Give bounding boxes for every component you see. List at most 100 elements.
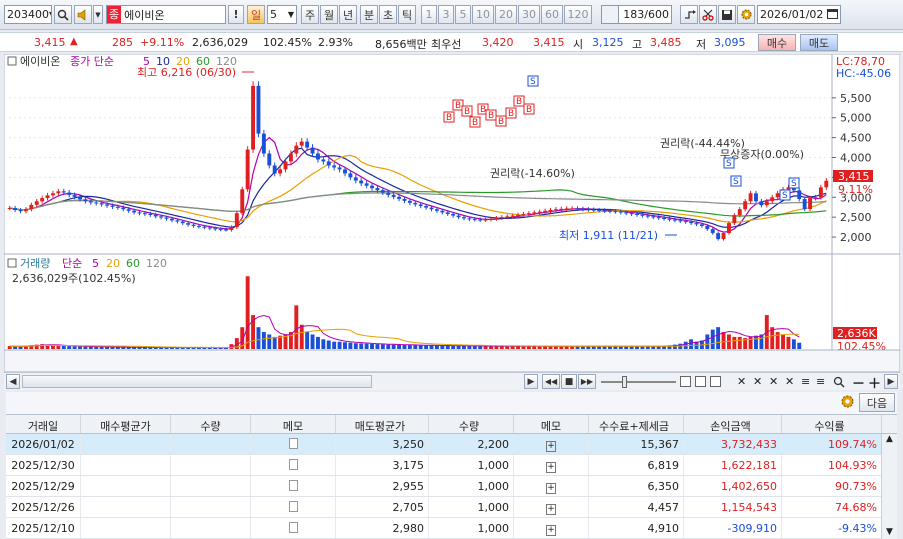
minute-120-button[interactable]: 120 xyxy=(564,5,592,24)
table-row[interactable]: 2025/12/26 2,705 1,000 +4,457 1,154,543 74.68… xyxy=(6,497,897,518)
sell-button[interactable]: 매도 xyxy=(800,34,838,51)
add-memo-icon[interactable]: + xyxy=(546,504,556,515)
cell-sell-memo[interactable]: + xyxy=(514,476,589,496)
scroll-down-icon[interactable]: ▼ xyxy=(882,527,897,537)
buy-marker[interactable]: B xyxy=(469,116,481,128)
header-buy-qty[interactable]: 수량 xyxy=(171,415,251,433)
zoom-slider-thumb[interactable] xyxy=(622,376,627,388)
calendar-icon[interactable] xyxy=(827,8,838,22)
grid-settings-icon[interactable] xyxy=(840,394,855,412)
crosshair-icon[interactable]: ✕ xyxy=(769,375,778,388)
zoom-in-button[interactable]: ＋ xyxy=(868,373,881,392)
sell-marker[interactable]: S xyxy=(779,189,791,201)
bar-count-field[interactable]: 183/600 xyxy=(618,5,672,24)
cell-buy-memo[interactable] xyxy=(251,518,336,538)
memo-icon[interactable] xyxy=(288,459,298,470)
header-fee-tax[interactable]: 수수료+제세금 xyxy=(589,415,684,433)
table-row[interactable]: 2025/12/10 2,980 1,000 +4,910 -309,910 -9.43% xyxy=(6,518,897,539)
cell-buy-memo[interactable] xyxy=(251,476,336,496)
buy-button[interactable]: 매수 xyxy=(758,34,796,51)
crosshair-icon[interactable]: ✕ xyxy=(753,375,762,388)
period-year-button[interactable]: 년 xyxy=(339,5,357,24)
layout-icon[interactable] xyxy=(695,376,706,387)
header-sell-memo[interactable]: 메모 xyxy=(514,415,589,433)
buy-marker[interactable]: B xyxy=(495,115,507,127)
add-memo-icon[interactable]: + xyxy=(546,462,556,473)
period-tick-button[interactable]: 틱 xyxy=(398,5,416,24)
search-icon[interactable] xyxy=(54,5,72,24)
buy-marker[interactable]: B xyxy=(461,105,473,117)
stock-code-input[interactable]: 203400▼ xyxy=(4,5,52,24)
memo-icon[interactable] xyxy=(288,438,298,449)
volume-collapse-icon[interactable] xyxy=(7,258,17,268)
add-memo-icon[interactable]: + xyxy=(546,483,556,494)
period-value-select[interactable]: 5 ▼ xyxy=(267,5,297,24)
scroll-end-button[interactable]: ▶ xyxy=(884,374,898,389)
table-row[interactable]: 2025/12/29 2,955 1,000 +6,350 1,402,650 90.73… xyxy=(6,476,897,497)
fast-forward-button[interactable]: ▶▶ xyxy=(578,374,596,389)
table-row[interactable]: 2026/01/02 3,250 2,200 +15,367 3,732,433 109.… xyxy=(6,434,897,455)
layout-icon[interactable] xyxy=(680,376,691,387)
sell-marker[interactable]: S xyxy=(527,75,539,87)
gear-icon[interactable] xyxy=(737,5,755,24)
minute-5-button[interactable]: 5 xyxy=(455,5,471,24)
scroll-left-button[interactable]: ◀ xyxy=(6,374,20,389)
crosshair-icon[interactable]: ✕ xyxy=(737,375,746,388)
zoom-search-icon[interactable] xyxy=(833,376,845,391)
buy-marker[interactable]: B xyxy=(485,109,497,121)
buy-marker[interactable]: B xyxy=(513,95,525,107)
minute-3-button[interactable]: 3 xyxy=(438,5,454,24)
next-button[interactable]: 다음 xyxy=(859,393,895,412)
sell-marker[interactable]: S xyxy=(730,175,742,187)
stock-chart[interactable]: 5,5005,0004,5004,0003,5003,0002,5002,000… xyxy=(4,54,900,372)
list-icon[interactable]: ≡ xyxy=(801,375,810,388)
buy-marker[interactable]: B xyxy=(505,107,517,119)
minute-60-button[interactable]: 60 xyxy=(541,5,563,24)
minute-10-button[interactable]: 10 xyxy=(472,5,494,24)
table-row[interactable]: 2025/12/30 3,175 1,000 +6,819 1,622,181 104.9… xyxy=(6,455,897,476)
cell-buy-memo[interactable] xyxy=(251,497,336,517)
period-second-button[interactable]: 초 xyxy=(379,5,397,24)
layout-icon[interactable] xyxy=(710,376,721,387)
header-buy-memo[interactable]: 메모 xyxy=(251,415,336,433)
period-day-button[interactable]: 일 xyxy=(247,5,265,24)
header-trade-date[interactable]: 거래일 xyxy=(6,415,81,433)
minute-30-button[interactable]: 30 xyxy=(518,5,540,24)
speaker-dropdown-icon[interactable]: ▼ xyxy=(93,5,103,24)
speaker-icon[interactable] xyxy=(74,5,92,24)
buy-marker[interactable]: B xyxy=(443,111,455,123)
add-memo-icon[interactable]: + xyxy=(546,525,556,536)
warning-button[interactable]: ! xyxy=(228,5,244,24)
minute-1-button[interactable]: 1 xyxy=(421,5,437,24)
header-return[interactable]: 수익률 xyxy=(782,415,882,433)
header-buy-avg[interactable]: 매수평균가 xyxy=(81,415,171,433)
header-pnl[interactable]: 손익금액 xyxy=(684,415,782,433)
list-icon[interactable]: ≡ xyxy=(816,375,825,388)
collapse-icon[interactable] xyxy=(7,56,17,66)
period-month-button[interactable]: 월 xyxy=(320,5,338,24)
sell-marker[interactable]: S xyxy=(788,177,800,189)
crosshair-icon[interactable]: ✕ xyxy=(785,375,794,388)
grid-scrollbar[interactable]: ▲ ▼ xyxy=(881,434,897,539)
header-sell-avg[interactable]: 매도평균가 xyxy=(336,415,429,433)
header-sell-qty[interactable]: 수량 xyxy=(429,415,514,433)
memo-icon[interactable] xyxy=(288,522,298,533)
period-week-button[interactable]: 주 xyxy=(301,5,319,24)
cell-buy-memo[interactable] xyxy=(251,455,336,475)
minute-20-button[interactable]: 20 xyxy=(495,5,517,24)
scroll-up-icon[interactable]: ▲ xyxy=(882,434,897,444)
sell-marker[interactable]: S xyxy=(723,157,735,169)
stock-name-field[interactable]: 종 에이비온 xyxy=(106,5,226,24)
stop-button[interactable]: ■ xyxy=(561,374,577,389)
scroll-thumb[interactable] xyxy=(22,375,372,388)
arrows-icon[interactable] xyxy=(680,5,698,24)
period-minute-button[interactable]: 분 xyxy=(360,5,378,24)
cell-buy-memo[interactable] xyxy=(251,434,336,454)
zoom-out-button[interactable]: － xyxy=(852,373,865,392)
memo-icon[interactable] xyxy=(288,480,298,491)
memo-icon[interactable] xyxy=(288,501,298,512)
zoom-slider-track[interactable] xyxy=(601,381,676,383)
buy-marker[interactable]: B xyxy=(523,103,535,115)
save-icon[interactable] xyxy=(718,5,736,24)
cell-sell-memo[interactable]: + xyxy=(514,518,589,538)
